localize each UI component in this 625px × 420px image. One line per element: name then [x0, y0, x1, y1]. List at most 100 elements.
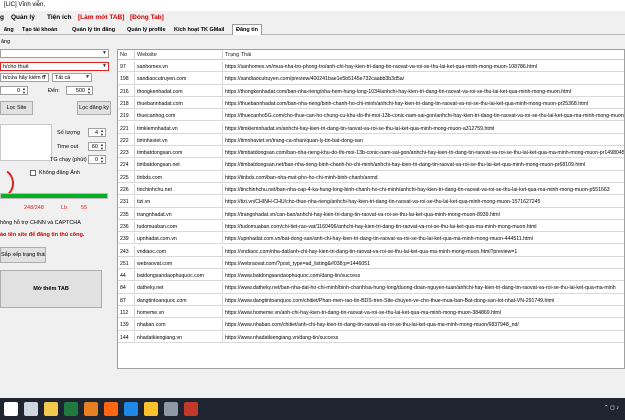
firefox-icon[interactable] — [104, 402, 118, 416]
table-row[interactable]: 216 thongkenhadat.com https://thongkenhada… — [118, 85, 624, 97]
table-row[interactable]: 44 batdongsandaophuquoc.com https://www.ba… — [118, 270, 624, 282]
to-label: Đến: — [48, 88, 60, 94]
table-row[interactable]: 225 tinbds.com https://tinbds.com/ban-nha-… — [118, 171, 624, 183]
subtab-dang[interactable]: ăng — [0, 37, 18, 47]
app-icon[interactable] — [184, 402, 198, 416]
table-row[interactable]: 236 tudomuaban.com https://tudomuaban.com/… — [118, 220, 624, 233]
menu-item-dong-tab[interactable]: [Đóng Tab] — [130, 14, 164, 21]
cell-status: https://sanhomes.vn/mua-nha-tro-phong-tr… — [225, 64, 537, 70]
tg-chay-label: TG chạy (phút) — [50, 157, 87, 163]
windows-icon[interactable] — [4, 402, 18, 416]
all-combo[interactable]: Tất cả ▼ — [52, 73, 92, 82]
category-combo[interactable]: h/cho thuê ▼ — [0, 62, 109, 71]
table-row[interactable]: 198 sandiaocutruyen.com https://sandiaocut… — [118, 73, 624, 85]
table-row[interactable]: 231 tizi.vn https://tizi.vn/CHINH-CHU/cho-… — [118, 196, 624, 208]
type-combo[interactable]: h/cửa hãy kiếm tr ▼ — [0, 73, 49, 82]
table-row[interactable]: 144 nhadatkiengiang.vn https://www.nhadatk… — [118, 331, 624, 343]
header-website[interactable]: Website — [135, 50, 223, 60]
menu-item-tien-ich[interactable]: Tiện ích — [47, 14, 71, 21]
loc-site-button[interactable]: Lọc Site — [0, 101, 33, 115]
table-row[interactable]: 224 timbatdongsan.net https://timbatdongsa… — [118, 159, 624, 171]
spinner-icon[interactable]: ▲ ▼ — [100, 143, 104, 151]
spinner-icon[interactable]: ▲ ▼ — [22, 87, 26, 95]
header-no[interactable]: No — [118, 50, 135, 60]
search-icon[interactable] — [24, 402, 38, 416]
cell-website: trangnhadat.vn — [135, 208, 223, 219]
cell-status: https://timbatdongsan.net/ban-nha-rieng-… — [225, 162, 586, 169]
explorer-icon[interactable] — [44, 402, 58, 416]
cell-website: tinchinhchu.net — [135, 184, 223, 195]
table-row[interactable]: 251 webraovat.com https://webraovat.com/?p… — [118, 257, 624, 270]
tab-dang[interactable]: ăng — [0, 24, 18, 35]
type-combo-value: h/cửa hãy kiếm tr — [3, 75, 46, 81]
site-combo[interactable]: ▼ — [0, 49, 109, 58]
chrome-icon[interactable] — [144, 402, 158, 416]
table-row[interactable]: 243 vndiaoc.com https://vndiaoc.com/nha-da… — [118, 245, 624, 257]
store-icon[interactable] — [164, 402, 178, 416]
so-luong-field[interactable]: 4 ▲ ▼ — [88, 128, 106, 137]
loc-dang-ky-button[interactable]: Lọc đăng ký — [77, 101, 111, 115]
cell-website: nhaban.com — [135, 319, 223, 330]
sort-status-button[interactable]: Sắp xếp trạng thái — [0, 247, 46, 263]
spinner-icon[interactable]: ▲ ▼ — [87, 87, 91, 95]
menu-item-g[interactable]: g — [0, 14, 4, 21]
cell-website: timbatdongsan.com — [135, 147, 223, 158]
table-row[interactable]: 226 tinchinhchu.net https://tinchinhchu.ne… — [118, 184, 624, 196]
cell-no: 219 — [118, 110, 135, 121]
table-row[interactable]: 239 upnhadat.com.vn https://upnhadat.com.v… — [118, 233, 624, 245]
menu-item-lam-moi-tab[interactable]: [Làm mới TAB] — [78, 14, 124, 21]
table-row[interactable]: 221 timkiemnhadat.vn https://timkiemnhadat… — [118, 122, 624, 134]
table-row[interactable]: 112 homeme.vn https://www.homeme.vn/anh-ch… — [118, 307, 624, 319]
cell-status: https://www.dangtintoanquoc.com/chitiet/… — [225, 297, 555, 304]
excel-icon[interactable] — [64, 402, 78, 416]
cell-website: homeme.vn — [135, 307, 223, 318]
progress-bar — [0, 193, 108, 199]
category-combo-value: h/cho thuê — [3, 64, 29, 70]
cell-status: https://www.nhadatkiengiang.vn/dang-tin/… — [225, 334, 339, 341]
tab-quan-ly-profile[interactable]: Quản lý profile — [123, 24, 170, 35]
spinner-icon[interactable]: ▲ ▼ — [100, 156, 104, 164]
tab-tao-tai-khoan[interactable]: Tạo tài khoản — [18, 24, 61, 35]
cell-status: https://tinbds.com/ban-nha-mat-pho-ho-ch… — [225, 174, 378, 181]
cell-no: 222 — [118, 134, 135, 146]
table-row[interactable]: 235 trangnhadat.vn https://trangnhadat.vn/… — [118, 208, 624, 220]
cell-no: 198 — [118, 73, 135, 84]
from-value: 0 — [16, 88, 20, 94]
tab-dang-tin[interactable]: Đăng tin — [232, 24, 262, 35]
time-out-field[interactable]: 60 ▲ ▼ — [88, 142, 106, 151]
header-status[interactable]: Trạng Thái — [223, 50, 624, 60]
all-combo-value: Tất cả — [55, 75, 71, 81]
table-row[interactable]: 84 datheky.net https://www.datheky.net/ban… — [118, 282, 624, 294]
to-field[interactable]: 500 ▲ ▼ — [66, 86, 93, 95]
results-grid: No Website Trạng Thái 97 sanhomes.vn https… — [117, 49, 625, 369]
table-row[interactable]: 218 thuebannhadat.com https://thuebannhada… — [118, 97, 624, 110]
tab-quan-ly-tin-dang[interactable]: Quản lý tin đăng — [68, 24, 119, 35]
table-row[interactable]: 222 timnhaviet.vn https://timnhaviet.vn/tr… — [118, 134, 624, 147]
count-lb: Lb — [61, 205, 68, 211]
cell-website: vndiaoc.com — [135, 245, 223, 256]
cell-no: 44 — [118, 270, 135, 281]
taskbar: ⌃ ◻ ♪ — [0, 398, 625, 420]
cell-website: dangtintoanquoc.com — [135, 294, 223, 305]
cell-status: https://thongkenhadat.com/ban-nha-rieng/… — [225, 88, 572, 95]
left-panel: ▼ h/cho thuê ▼ h/cửa hãy kiếm tr ▼ Tất c… — [0, 48, 115, 398]
from-field[interactable]: 0 ▲ ▼ — [0, 86, 28, 95]
menu-item-quan-ly[interactable]: Quản lý — [11, 14, 35, 21]
table-row[interactable]: 87 dangtintoanquoc.com https://www.dangtin… — [118, 294, 624, 306]
cell-website: tinbds.com — [135, 171, 223, 182]
table-row[interactable]: 139 nhaban.com https://www.nhaban.com/chit… — [118, 319, 624, 331]
table-row[interactable]: 223 timbatdongsan.com https://timbatdongsa… — [118, 147, 624, 159]
khong-dang-anh-checkbox[interactable] — [30, 170, 36, 176]
open-tab-button[interactable]: Mở thêm TAB — [0, 270, 102, 308]
cell-website: sandiaocutruyen.com — [135, 73, 223, 84]
spinner-icon[interactable]: ▲ ▼ — [100, 129, 104, 137]
tab-kich-hoat-tk-gmail[interactable]: Kích hoạt TK GMail — [170, 24, 228, 35]
zalo-icon[interactable] — [124, 402, 138, 416]
cell-status: https://timkiemnhadat.vn/anhchi-hay-kien… — [225, 125, 495, 132]
tg-chay-value: 0 — [94, 157, 98, 163]
paint-icon[interactable] — [84, 402, 98, 416]
table-row[interactable]: 219 thuecanhog.com https://thuecanho5G.com… — [118, 110, 624, 122]
tg-chay-field[interactable]: 0 ▲ ▼ — [88, 155, 106, 164]
table-row[interactable]: 97 sanhomes.vn https://sanhomes.vn/mua-nha… — [118, 61, 624, 73]
cell-no: 218 — [118, 97, 135, 109]
